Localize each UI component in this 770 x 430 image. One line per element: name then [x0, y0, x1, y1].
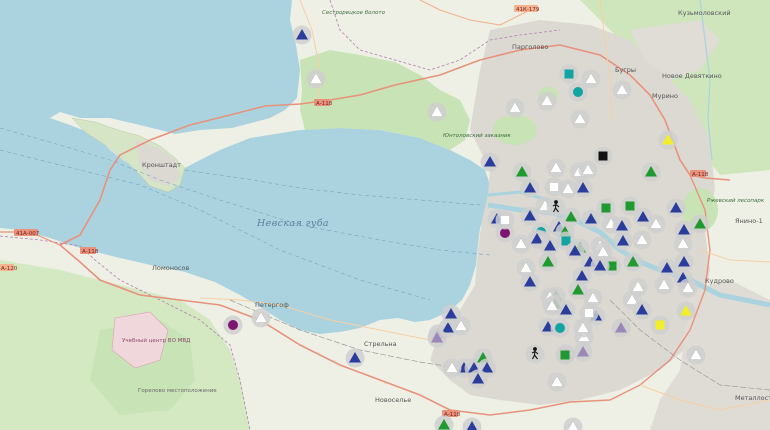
cemetery-label: Горелово местоположение: [138, 388, 217, 394]
map-marker-blue-triangle[interactable]: [657, 258, 677, 278]
place-label: Новое Девяткино: [662, 72, 722, 80]
map-marker-lavender-triangle[interactable]: [427, 328, 447, 348]
place-label: Кузьмоловский: [678, 9, 731, 17]
map-marker-white-triangle[interactable]: [578, 160, 598, 180]
road-label: А-120: [1, 266, 18, 272]
map-marker-blue-triangle[interactable]: [581, 209, 601, 229]
map-marker-blue-triangle[interactable]: [565, 241, 585, 261]
map-marker-white-triangle[interactable]: [570, 109, 590, 129]
map-marker-white-triangle[interactable]: [442, 358, 462, 378]
map-marker-teal-circle[interactable]: [550, 318, 570, 338]
place-label: Кудрово: [705, 277, 734, 285]
road-label: А-118: [316, 101, 333, 107]
map-marker-yellow-triangle[interactable]: [676, 301, 696, 321]
map-marker-white-triangle[interactable]: [542, 296, 562, 316]
place-label: Металлострой: [735, 394, 770, 402]
map-marker-white-triangle[interactable]: [612, 80, 632, 100]
map-marker-blue-triangle[interactable]: [633, 207, 653, 227]
map-marker-blue-triangle[interactable]: [520, 206, 540, 226]
map-marker-white-triangle[interactable]: [427, 102, 447, 122]
map-marker-white-triangle[interactable]: [628, 277, 648, 297]
map-marker-black-walker[interactable]: [546, 197, 566, 217]
map-marker-white-triangle[interactable]: [547, 372, 567, 392]
map-marker-white-triangle[interactable]: [673, 234, 693, 254]
place-label: Ломоносов: [152, 264, 190, 272]
place-label: Кронштадт: [142, 161, 181, 169]
place-label: Мурино: [652, 92, 678, 100]
map-marker-white-triangle[interactable]: [632, 230, 652, 250]
map-marker-green-triangle[interactable]: [641, 162, 661, 182]
map-marker-blue-triangle[interactable]: [441, 304, 461, 324]
map-marker-white-triangle[interactable]: [573, 318, 593, 338]
place-label: Новоселье: [375, 396, 411, 404]
map-marker-blue-triangle[interactable]: [345, 348, 365, 368]
map-marker-blue-triangle[interactable]: [573, 178, 593, 198]
map-marker-white-triangle[interactable]: [306, 69, 326, 89]
map-marker-green-square[interactable]: [555, 345, 575, 365]
map-marker-yellow-triangle[interactable]: [658, 130, 678, 150]
military-label: Учебный центр ВО МВД: [122, 337, 191, 344]
map-marker-white-triangle[interactable]: [505, 98, 525, 118]
map-marker-white-square[interactable]: [495, 210, 515, 230]
map-marker-blue-triangle[interactable]: [666, 198, 686, 218]
map-marker-blue-triangle[interactable]: [520, 272, 540, 292]
place-label: Бугры: [615, 66, 636, 74]
map-marker-white-triangle[interactable]: [686, 345, 706, 365]
map-marker-white-triangle[interactable]: [678, 278, 698, 298]
map-marker-blue-triangle[interactable]: [632, 300, 652, 320]
map-marker-blue-triangle[interactable]: [590, 256, 610, 276]
park-label: Юнтоловский заказник: [443, 133, 512, 139]
map-marker-lavender-triangle[interactable]: [611, 318, 631, 338]
place-label: Стрельна: [364, 340, 397, 348]
map-marker-black-walker[interactable]: [525, 344, 545, 364]
map-marker-teal-square[interactable]: [559, 64, 579, 84]
map-marker-blue-triangle[interactable]: [292, 25, 312, 45]
map-marker-white-triangle[interactable]: [546, 158, 566, 178]
road-label: 41А-007: [16, 231, 40, 237]
map-marker-blue-triangle[interactable]: [520, 178, 540, 198]
road-label: А-118: [692, 172, 709, 178]
map-marker-green-triangle[interactable]: [538, 252, 558, 272]
city-park: [493, 115, 537, 145]
map-marker-blue-triangle[interactable]: [613, 231, 633, 251]
map-marker-green-triangle[interactable]: [623, 252, 643, 272]
map-marker-black-square[interactable]: [593, 146, 613, 166]
park-label: Сестрорецкое болото: [322, 10, 386, 16]
map-marker-green-triangle[interactable]: [568, 280, 588, 300]
road-label: А-118: [82, 249, 99, 255]
map-marker-blue-triangle[interactable]: [480, 152, 500, 172]
map-marker-white-triangle[interactable]: [251, 308, 271, 328]
place-label: Янино-1: [735, 217, 763, 225]
map-canvas[interactable]: А-118 А-118 А-118 А-118 41К-179 41А-007 …: [0, 0, 770, 430]
place-label: Парголово: [512, 43, 548, 51]
water-label: Невская губа: [256, 218, 329, 229]
map-marker-blue-triangle[interactable]: [468, 369, 488, 389]
map-marker-yellow-square[interactable]: [650, 315, 670, 335]
map-marker-white-triangle[interactable]: [511, 234, 531, 254]
road-label: 41К-179: [516, 7, 540, 13]
map-marker-purple-circle[interactable]: [223, 315, 243, 335]
map-marker-white-triangle[interactable]: [537, 91, 557, 111]
park-label: Ржевский лесопарк: [707, 198, 765, 204]
map-marker-teal-circle[interactable]: [568, 82, 588, 102]
place-label: Петергоф: [255, 301, 289, 309]
map-marker-white-triangle[interactable]: [654, 275, 674, 295]
